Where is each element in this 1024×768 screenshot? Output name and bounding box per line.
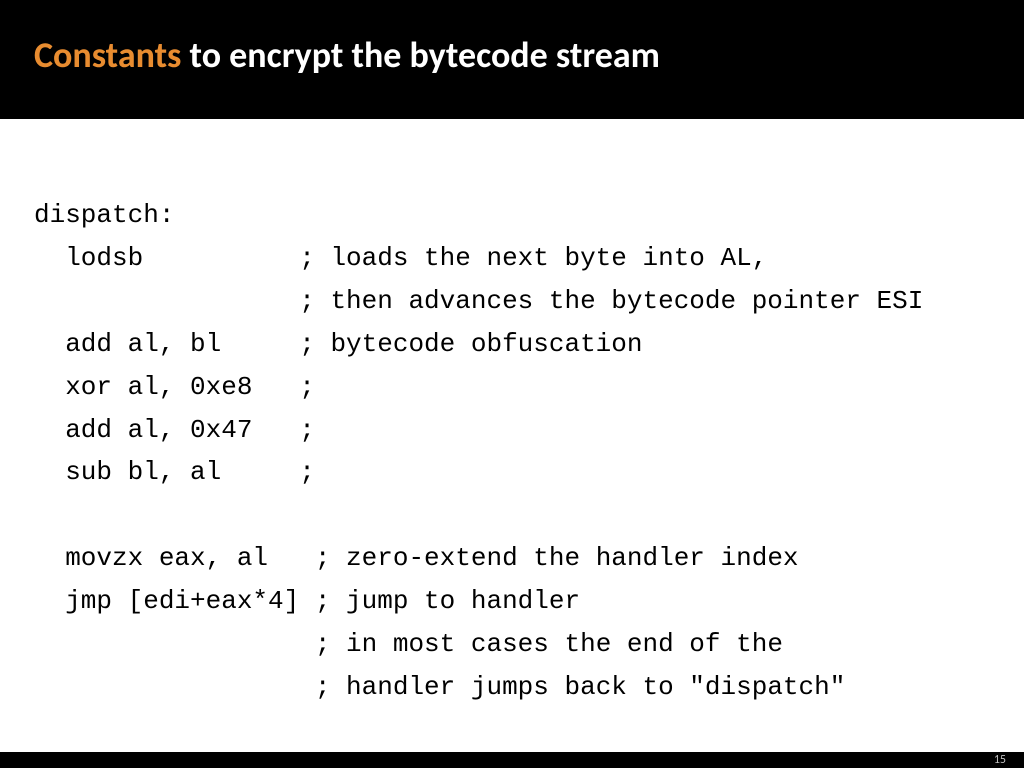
slide-title: Constants to encrypt the bytecode stream <box>34 34 990 77</box>
title-rest: to encrypt the bytecode stream <box>181 33 659 77</box>
code-label: dispatch: <box>34 200 174 230</box>
code-comment: ; in most cases the end of the <box>315 629 783 659</box>
code-comment: ; jump to handler <box>315 586 580 616</box>
code-op: movzx eax, al <box>65 537 315 580</box>
code-comment: ; <box>299 457 315 487</box>
code-comment: ; loads the next byte into AL, <box>299 243 767 273</box>
code-comment: ; handler jumps back to "dispatch" <box>315 672 846 702</box>
code-comment: ; bytecode obfuscation <box>299 329 642 359</box>
code-op: jmp [edi+eax*4] <box>65 580 315 623</box>
code-block: dispatch: lodsb; loads the next byte int… <box>34 151 990 751</box>
page-number: 15 <box>994 753 1006 767</box>
code-comment: ; then advances the bytecode pointer ESI <box>299 286 923 316</box>
code-op: add al, 0x47 <box>65 409 299 452</box>
code-comment: ; zero-extend the handler index <box>315 543 799 573</box>
code-op: sub bl, al <box>65 451 299 494</box>
slide: Constants to encrypt the bytecode stream… <box>0 0 1024 768</box>
slide-header: Constants to encrypt the bytecode stream <box>0 0 1024 119</box>
code-op: add al, bl <box>65 323 299 366</box>
slide-body: dispatch: lodsb; loads the next byte int… <box>0 119 1024 751</box>
title-highlight: Constants <box>34 33 181 77</box>
slide-footer: 15 <box>0 752 1024 768</box>
code-op: lodsb <box>65 237 299 280</box>
code-comment: ; <box>299 372 315 402</box>
code-comment: ; <box>299 415 315 445</box>
code-op: xor al, 0xe8 <box>65 366 299 409</box>
